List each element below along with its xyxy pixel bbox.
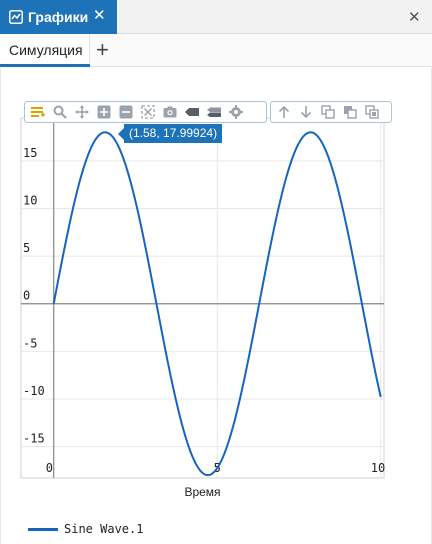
arrow-down-icon[interactable]: [295, 102, 317, 122]
legend-swatch: [28, 527, 58, 531]
window-tabbar: Графики ✕ ✕: [0, 0, 432, 34]
legend-label: Sine Wave.1: [64, 522, 144, 536]
close-panel-icon[interactable]: ✕: [408, 8, 421, 26]
zoom-out-icon[interactable]: [115, 102, 137, 122]
pan-icon[interactable]: [71, 102, 93, 122]
subtab-bar: Симуляция +: [0, 34, 432, 67]
copy-icon[interactable]: [317, 102, 339, 122]
chart-legend: Sine Wave.1: [28, 522, 143, 536]
settings-icon[interactable]: [225, 102, 247, 122]
compare-icon[interactable]: [203, 102, 225, 122]
tag-icon[interactable]: [181, 102, 203, 122]
plot-toolbar-secondary: [270, 101, 392, 123]
window-tab-title: Графики: [28, 9, 89, 25]
zoom-icon[interactable]: [49, 102, 71, 122]
window-tab-graphs[interactable]: Графики ✕: [0, 0, 117, 34]
tab-simulation-label: Симуляция: [9, 42, 83, 58]
active-tab-indicator: [0, 64, 90, 67]
clone-icon[interactable]: [361, 102, 383, 122]
tab-simulation[interactable]: Симуляция: [0, 34, 90, 67]
arrow-up-icon[interactable]: [273, 102, 295, 122]
close-icon[interactable]: ✕: [93, 8, 106, 24]
camera-icon[interactable]: [159, 102, 181, 122]
zoom-in-icon[interactable]: [93, 102, 115, 122]
paste-icon[interactable]: [339, 102, 361, 122]
autoscale-icon[interactable]: [137, 102, 159, 122]
plot-toolbar-main: [24, 101, 267, 123]
data-point-tooltip: (1.58, 17.99924): [117, 124, 223, 143]
chart-icon: [9, 10, 23, 24]
menu-icon[interactable]: [27, 102, 49, 122]
add-tab-icon[interactable]: +: [96, 38, 109, 62]
